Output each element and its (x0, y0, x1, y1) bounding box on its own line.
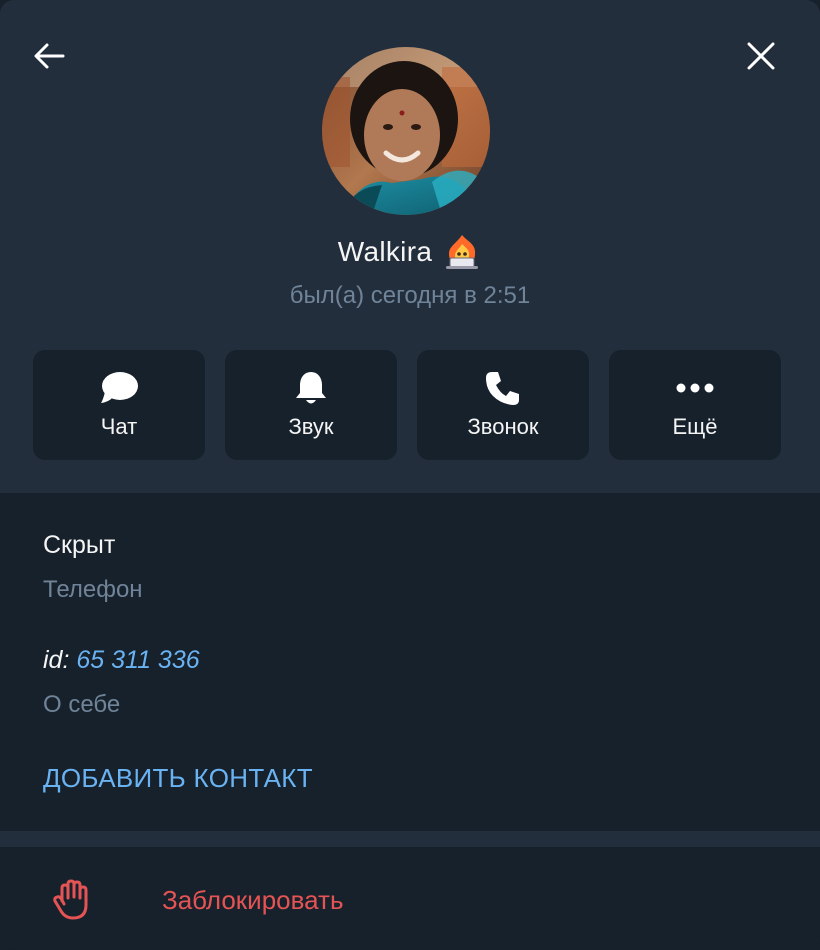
profile-panel: Walkira был(а) сегодня в 2:51 Чат Звук З… (0, 0, 820, 950)
sound-button-label: Звук (288, 414, 334, 439)
hand-stop-icon (53, 879, 88, 920)
block-user-button[interactable]: Заблокировать (0, 847, 820, 950)
bell-icon (296, 372, 326, 404)
close-icon (747, 42, 775, 70)
more-button-label: Ещё (672, 414, 718, 439)
avatar-photo (322, 47, 490, 215)
about-label: О себе (43, 691, 121, 718)
more-dots-icon (676, 383, 714, 393)
profile-info: Скрыт Телефон id: 65 311 336 О себе ДОБА… (0, 493, 820, 831)
more-button[interactable]: Ещё (609, 350, 781, 460)
phone-value[interactable]: Скрыт (43, 531, 115, 560)
fire-laptop-emoji (446, 235, 479, 269)
back-button[interactable] (21, 28, 77, 84)
profile-header: Walkira был(а) сегодня в 2:51 Чат Звук З… (0, 0, 820, 493)
user-id-row[interactable]: id: 65 311 336 (43, 646, 200, 675)
phone-label: Телефон (43, 576, 143, 603)
user-id-prefix: id: (43, 646, 70, 674)
add-contact-button[interactable]: ДОБАВИТЬ КОНТАКТ (43, 763, 313, 794)
avatar[interactable] (322, 47, 490, 215)
arrow-left-icon (34, 43, 65, 69)
action-buttons: Чат Звук Звонок Ещё (33, 350, 781, 460)
call-button-label: Звонок (467, 414, 539, 439)
chat-button-label: Чат (100, 414, 138, 439)
section-divider (0, 831, 820, 847)
last-seen-status: был(а) сегодня в 2:51 (289, 282, 531, 309)
close-button[interactable] (733, 28, 789, 84)
chat-button[interactable]: Чат (33, 350, 205, 460)
call-button[interactable]: Звонок (417, 350, 589, 460)
profile-name-row: Walkira (0, 232, 820, 272)
profile-name: Walkira (337, 236, 433, 267)
chat-bubble-icon (101, 372, 138, 403)
block-user-label: Заблокировать (162, 885, 344, 915)
user-id-value[interactable]: 65 311 336 (76, 646, 199, 674)
phone-icon (486, 372, 519, 405)
sound-button[interactable]: Звук (225, 350, 397, 460)
